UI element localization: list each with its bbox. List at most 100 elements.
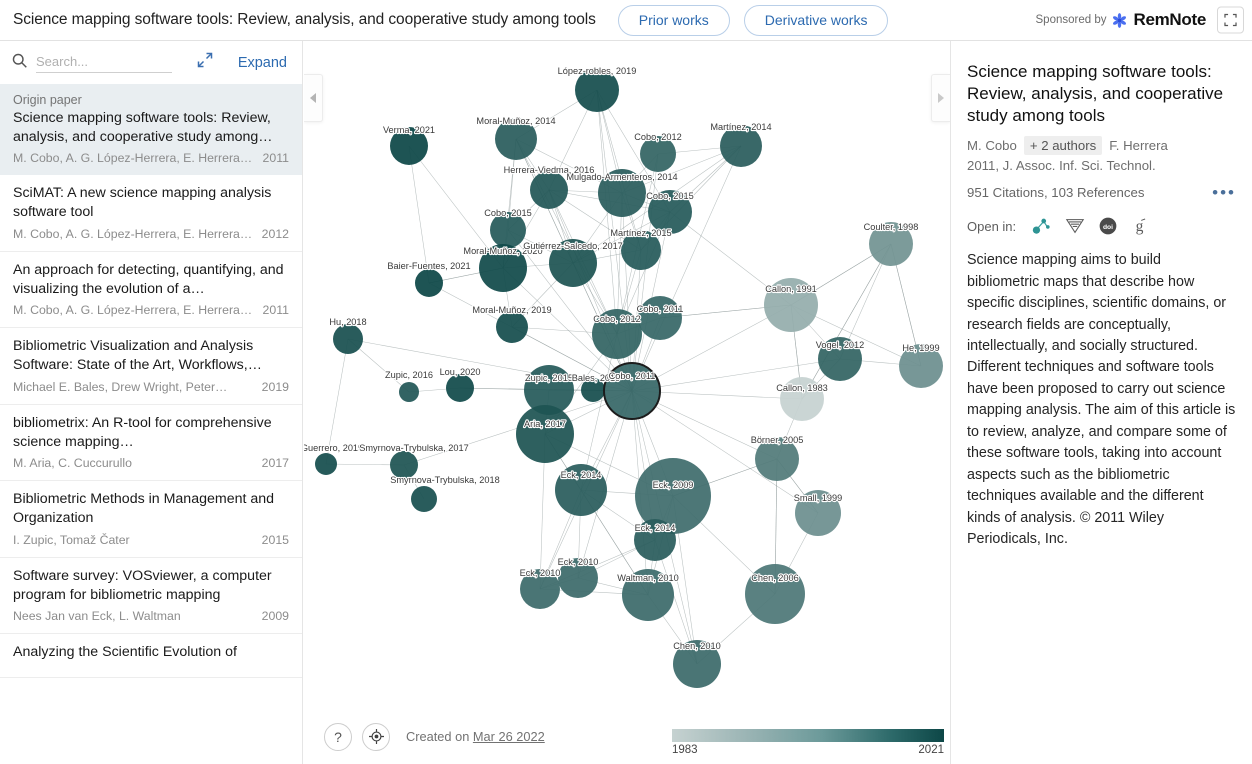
paper-meta: I. Zupic, Tomaž Čater 2015 (13, 533, 289, 547)
collapse-left-panel-button[interactable] (304, 74, 323, 122)
detail-authors: M. Cobo + 2 authors F. Herrera (967, 136, 1236, 155)
detail-extra-authors-chip[interactable]: + 2 authors (1024, 136, 1102, 155)
graph-node-label: Eck, 2009 (653, 480, 694, 490)
open-in-row: Open in: doi (967, 216, 1236, 236)
graph-node[interactable] (415, 269, 443, 297)
app-header: Science mapping software tools: Review, … (0, 0, 1252, 41)
paper-meta: M. Cobo, A. G. López-Herrera, E. Herrera… (13, 151, 289, 165)
graph-node-label: Lou, 2020 (440, 367, 481, 377)
graph-node-label: Gutiérrez-Salcedo, 2017 (523, 241, 623, 251)
paper-list[interactable]: Origin paper Science mapping software too… (0, 84, 302, 764)
search-icon (11, 52, 28, 74)
paper-list-item[interactable]: Bibliometric Methods in Management and O… (0, 481, 302, 557)
graph-node[interactable] (446, 374, 474, 402)
fullscreen-button[interactable] (1217, 7, 1244, 34)
detail-citations: 951 Citations, 103 References (967, 185, 1144, 200)
graph-node-label: Smyrnova-Trybulska, 2017 (359, 443, 468, 453)
graph-node-label: Chen, 2010 (673, 641, 721, 651)
legend-min-year: 1983 (672, 744, 698, 756)
paper-list-item[interactable]: Bibliometric Visualization and Analysis … (0, 328, 302, 404)
paper-title: Science mapping software tools: Review, … (13, 109, 289, 146)
paper-authors: I. Zupic, Tomaž Čater (13, 533, 254, 547)
paper-year: 2017 (262, 456, 289, 470)
graph-footer: ? Created on Mar 26 2022 1983 2021 (304, 709, 950, 764)
paper-list-item[interactable]: Analyzing the Scientific Evolution of (0, 634, 302, 678)
graph-node-label: Smyrnova-Trybulska, 2018 (390, 475, 499, 485)
paper-authors: M. Cobo, A. G. López-Herrera, E. Herrera… (13, 151, 255, 165)
paper-authors: Nees Jan van Eck, L. Waltman (13, 609, 254, 623)
graph-node[interactable] (638, 296, 682, 340)
graph-node-label: Cobo, 2015 (484, 208, 532, 218)
recenter-button[interactable] (362, 723, 390, 751)
graph-node[interactable] (411, 486, 437, 512)
graph-node-label: Moral-Muñoz, 2014 (476, 116, 555, 126)
graph-node-label: Cobo, 2015 (646, 191, 694, 201)
detail-venue: 2011, J. Assoc. Inf. Sci. Technol. (967, 158, 1236, 173)
chevron-left-icon (310, 93, 316, 103)
graph-network-svg[interactable]: López-robles, 2019Verma, 2021Moral-Muñoz… (304, 41, 950, 764)
graph-node-label: Martínez, 2014 (710, 122, 771, 132)
paper-authors: M. Cobo, A. G. López-Herrera, E. Herrera… (13, 303, 255, 317)
graph-node-label: Guerrero, 2019 (304, 443, 363, 453)
paper-list-item[interactable]: bibliometrix: An R-tool for comprehensiv… (0, 405, 302, 481)
legend-max-year: 2021 (918, 744, 944, 756)
prior-works-button[interactable]: Prior works (618, 5, 730, 36)
graph-node-label: Vogel, 2012 (816, 340, 865, 350)
graph-node[interactable] (399, 382, 419, 402)
graph-node-label: Zupic, 2015 (525, 373, 573, 383)
paper-list-sidebar: Expand Origin paper Science mapping softw… (0, 41, 303, 764)
graph-node-label: Zupic, 2016 (385, 370, 433, 380)
graph-node-label: Cobo, 2011 (637, 304, 684, 314)
graph-node-label: Eck, 2010 (558, 557, 599, 567)
expand-button[interactable]: Expand (238, 55, 291, 71)
doi-icon[interactable]: doi (1098, 216, 1118, 236)
google-scholar-icon[interactable]: g (1130, 216, 1149, 236)
header-actions: Prior works Derivative works (618, 5, 889, 36)
graph-node-label: Waltman, 2010 (617, 573, 678, 583)
paper-list-item[interactable]: Software survey: VOSviewer, a computer p… (0, 558, 302, 634)
year-color-legend: 1983 2021 (672, 729, 944, 756)
graph-node-label: Callon, 1991 (765, 284, 817, 294)
origin-paper-tag: Origin paper (13, 93, 289, 107)
graph-node[interactable] (496, 311, 528, 343)
origin-paper-item[interactable]: Origin paper Science mapping software too… (0, 84, 302, 175)
graph-node-label: Hu, 2018 (329, 317, 366, 327)
graph-node-label: Baier-Fuentes, 2021 (387, 261, 470, 271)
paper-authors: M. Cobo, A. G. López-Herrera, E. Herrera… (13, 227, 254, 241)
created-date-link[interactable]: Mar 26 2022 (473, 729, 545, 744)
search-input[interactable] (36, 52, 172, 72)
connected-papers-icon[interactable] (1030, 216, 1052, 236)
semantic-scholar-icon[interactable] (1064, 216, 1086, 236)
chevron-right-icon (938, 93, 944, 103)
search-input-wrap (36, 52, 172, 73)
paper-title: An approach for detecting, quantifying, … (13, 261, 289, 298)
graph-node[interactable] (333, 324, 363, 354)
graph-node[interactable] (530, 171, 568, 209)
paper-title: Analyzing the Scientific Evolution of (13, 643, 289, 662)
graph-node-label: He, 1999 (902, 343, 939, 353)
graph-node-label: Eck, 2010 (520, 568, 561, 578)
legend-gradient-bar (672, 729, 944, 742)
paper-list-item[interactable]: SciMAT: A new science mapping analysis s… (0, 175, 302, 251)
collapse-right-panel-button[interactable] (931, 74, 950, 122)
created-on-text: Created on Mar 26 2022 (406, 729, 545, 744)
legend-labels: 1983 2021 (672, 744, 944, 756)
paper-authors: Michael E. Bales, Drew Wright, Peter… (13, 380, 254, 394)
open-in-label: Open in: (967, 219, 1016, 234)
search-row: Expand (0, 41, 302, 84)
paper-meta: Nees Jan van Eck, L. Waltman2009 (13, 609, 289, 623)
paper-title: bibliometrix: An R-tool for comprehensiv… (13, 414, 289, 451)
graph-node[interactable] (516, 405, 574, 463)
remnote-wordmark: RemNote (1133, 10, 1206, 30)
help-button[interactable]: ? (324, 723, 352, 751)
graph-node[interactable] (315, 453, 337, 475)
paper-authors: M. Aria, C. Cuccurullo (13, 456, 254, 470)
graph-node-label: Eck, 2014 (635, 523, 676, 533)
paper-year: 2015 (262, 533, 289, 547)
derivative-works-button[interactable]: Derivative works (744, 5, 889, 36)
graph-canvas[interactable]: López-robles, 2019Verma, 2021Moral-Muñoz… (304, 41, 950, 764)
paper-list-item[interactable]: An approach for detecting, quantifying, … (0, 252, 302, 328)
detail-more-menu-button[interactable]: ••• (1212, 188, 1236, 198)
expand-toggle-icon[interactable] (197, 52, 213, 73)
paper-year: 2011 (263, 151, 289, 165)
